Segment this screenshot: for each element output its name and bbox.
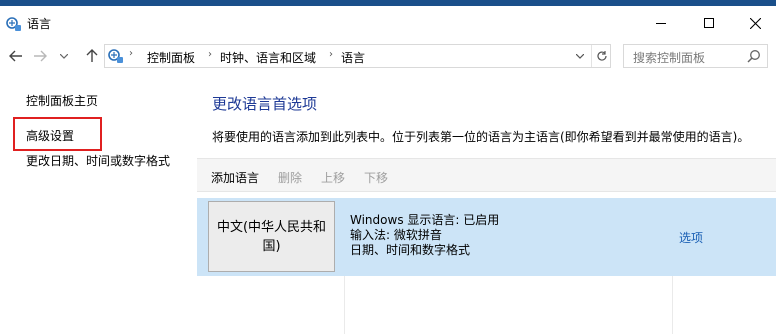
window-title: 语言: [27, 17, 52, 31]
back-button[interactable]: [6, 47, 26, 65]
breadcrumb-item[interactable]: 语言: [341, 49, 365, 66]
chevron-down-icon: [576, 53, 584, 59]
sidebar-item-advanced-settings[interactable]: 高级设置: [26, 127, 74, 144]
search-input[interactable]: 搜索控制面板: [623, 44, 768, 68]
language-toolbar: 添加语言 删除 上移 下移: [197, 158, 776, 192]
language-options-link[interactable]: 选项: [679, 229, 703, 246]
refresh-button[interactable]: [591, 45, 611, 67]
search-placeholder: 搜索控制面板: [633, 51, 706, 65]
minimize-button[interactable]: [638, 12, 684, 34]
move-up-button[interactable]: 上移: [321, 169, 345, 186]
language-details: Windows 显示语言: 已启用 输入法: 微软拼音 日期、时间和数字格式: [350, 213, 499, 258]
list-column-divider: [344, 276, 345, 334]
language-list-item[interactable]: 中文(中华人民共和国) Windows 显示语言: 已启用 输入法: 微软拼音 …: [197, 198, 776, 276]
forward-button[interactable]: [30, 47, 50, 65]
chevron-right-icon[interactable]: ›: [208, 49, 212, 60]
control-panel-icon: [6, 17, 21, 31]
address-dropdown-button[interactable]: [571, 45, 589, 67]
maximize-icon: [704, 18, 714, 28]
arrow-up-icon: [86, 49, 98, 62]
search-icon: [747, 50, 760, 63]
close-button[interactable]: [732, 12, 776, 34]
minimize-icon: [656, 22, 666, 24]
breadcrumb-item[interactable]: 控制面板: [147, 49, 195, 66]
page-description: 将要使用的语言添加到此列表中。位于列表第一位的语言为主语言(即你希望看到并最常使…: [212, 130, 750, 144]
maximize-button[interactable]: [686, 12, 732, 34]
chevron-right-icon[interactable]: ›: [129, 48, 133, 59]
move-down-button[interactable]: 下移: [364, 169, 388, 186]
refresh-icon: [596, 51, 607, 61]
add-language-button[interactable]: 添加语言: [211, 169, 259, 186]
arrow-left-icon: [9, 50, 22, 62]
date-time-format: 日期、时间和数字格式: [350, 243, 471, 257]
arrow-right-icon: [34, 50, 47, 62]
up-button[interactable]: [82, 47, 102, 65]
display-language-status: Windows 显示语言: 已启用: [350, 213, 500, 227]
address-bar[interactable]: › 控制面板 › 时钟、语言和区域 › 语言: [104, 44, 611, 68]
navigation-bar: › 控制面板 › 时钟、语言和区域 › 语言 搜索控制面板: [0, 39, 776, 73]
breadcrumb-item[interactable]: 时钟、语言和区域: [220, 49, 316, 66]
recent-locations-button[interactable]: [56, 47, 72, 65]
language-name-tile[interactable]: 中文(中华人民共和国): [208, 201, 335, 272]
list-column-divider: [672, 276, 673, 334]
close-icon: [749, 17, 761, 29]
sidebar-item-control-panel-home[interactable]: 控制面板主页: [26, 92, 98, 109]
title-bar: 语言: [0, 6, 776, 39]
control-panel-icon: [108, 49, 123, 63]
remove-button[interactable]: 删除: [278, 169, 302, 186]
page-title: 更改语言首选项: [212, 95, 318, 113]
sidebar-item-date-time-format[interactable]: 更改日期、时间或数字格式: [26, 152, 170, 169]
chevron-right-icon[interactable]: ›: [329, 49, 333, 60]
input-method: 输入法: 微软拼音: [350, 228, 442, 242]
chevron-down-icon: [60, 53, 68, 59]
